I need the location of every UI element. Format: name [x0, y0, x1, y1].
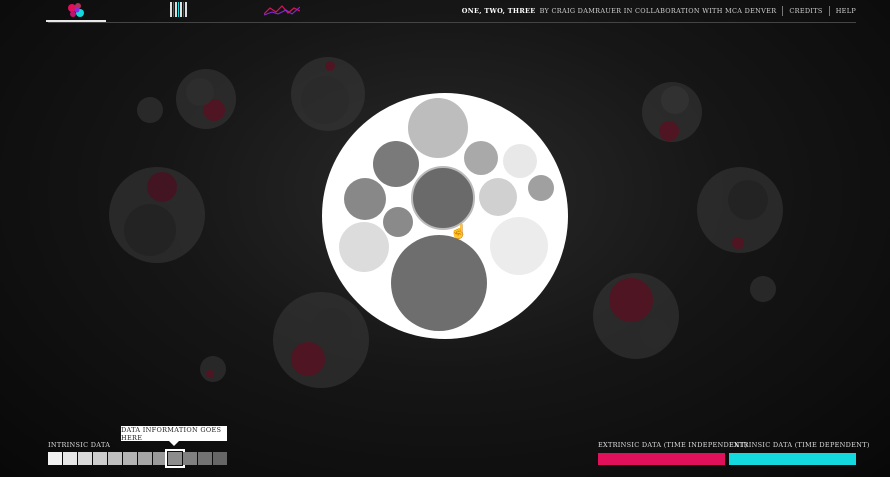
intrinsic-swatch[interactable]	[165, 449, 185, 468]
inner-bubble[interactable]	[411, 166, 475, 230]
intrinsic-swatch[interactable]	[153, 452, 167, 465]
byline: by Craig Damrauer in collaboration with …	[539, 7, 777, 15]
bubble-stage: ☝	[109, 57, 783, 388]
inner-bubble[interactable]	[464, 141, 498, 175]
background-sub-bubble	[728, 180, 768, 220]
background-bubble	[200, 356, 226, 382]
intrinsic-swatch[interactable]	[123, 452, 137, 465]
inner-bubble[interactable]	[408, 98, 468, 158]
line-graph-view-icon[interactable]	[263, 2, 301, 19]
background-bubble	[137, 97, 163, 123]
inner-bubble[interactable]	[490, 217, 548, 275]
inner-bubble[interactable]	[373, 141, 419, 187]
inner-bubble[interactable]	[383, 207, 413, 237]
inner-bubble[interactable]	[344, 178, 386, 220]
extrinsic-dependent-label: Extrinsic data (time dependent)	[729, 441, 870, 449]
inner-bubble[interactable]	[503, 144, 537, 178]
hand-cursor-icon: ☝	[450, 222, 467, 240]
background-sub-bubble	[640, 318, 670, 348]
intrinsic-swatch[interactable]	[108, 452, 122, 465]
extrinsic-independent-label: Extrinsic data (time independent)	[598, 441, 748, 449]
data-tooltip: Data information goes here	[121, 426, 227, 446]
top-bar: One, Two, Three by Craig Damrauer in col…	[46, 0, 856, 23]
inner-bubble[interactable]	[339, 222, 389, 272]
background-sub-bubble	[186, 78, 214, 106]
divider	[828, 6, 830, 16]
divider	[782, 6, 784, 16]
background-bubble	[750, 276, 776, 302]
bubbles-view-icon[interactable]	[46, 2, 106, 22]
intrinsic-swatch[interactable]	[198, 452, 212, 465]
intrinsic-swatch-row	[48, 449, 227, 468]
intrinsic-swatch[interactable]	[48, 452, 62, 465]
background-sub-bubble	[291, 342, 325, 376]
background-sub-bubble	[325, 61, 335, 71]
intrinsic-data-label: Intrinsic data	[48, 441, 111, 449]
inner-bubble[interactable]	[528, 175, 554, 201]
intrinsic-swatch[interactable]	[78, 452, 92, 465]
extrinsic-independent-bar[interactable]	[598, 453, 725, 465]
background-sub-bubble	[124, 204, 176, 256]
inner-bubble[interactable]	[479, 178, 517, 216]
help-link[interactable]: Help	[836, 7, 856, 15]
background-sub-bubble	[206, 370, 214, 378]
background-sub-bubble	[732, 237, 744, 249]
inner-bubble[interactable]	[391, 235, 487, 331]
background-sub-bubble	[661, 86, 689, 114]
intrinsic-swatch[interactable]	[93, 452, 107, 465]
background-sub-bubble	[609, 278, 653, 322]
extrinsic-dependent-bar[interactable]	[729, 453, 856, 465]
top-right-links: One, Two, Three by Craig Damrauer in col…	[462, 6, 856, 16]
app-title: One, Two, Three	[461, 7, 536, 15]
credits-link[interactable]: Credits	[789, 7, 822, 15]
background-sub-bubble	[659, 121, 679, 141]
intrinsic-swatch[interactable]	[213, 452, 227, 465]
intrinsic-swatch[interactable]	[138, 452, 152, 465]
background-sub-bubble	[147, 172, 177, 202]
background-sub-bubble	[301, 76, 349, 124]
background-sub-bubble	[312, 308, 352, 348]
intrinsic-swatch[interactable]	[63, 452, 77, 465]
intrinsic-swatch[interactable]	[183, 452, 197, 465]
barcode-view-icon[interactable]	[170, 2, 188, 19]
